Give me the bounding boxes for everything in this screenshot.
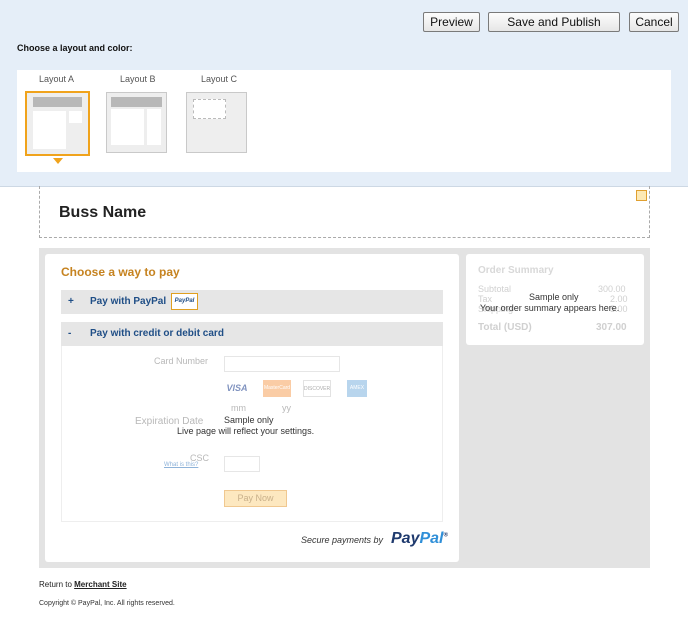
layout-a-thumbnail[interactable] (25, 91, 90, 156)
subtotal-label: Subtotal (478, 284, 512, 294)
discover-logo: DISCOVER (303, 380, 331, 397)
paypal-logo-reg: ® (443, 532, 448, 539)
thumb-header (111, 97, 162, 107)
pay-with-card-row[interactable]: - Pay with credit or debit card (61, 322, 443, 346)
thumb-main (111, 109, 144, 145)
thumb-side (147, 109, 161, 145)
cancel-button[interactable]: Cancel (629, 12, 679, 32)
total-value: 307.00 (596, 322, 627, 333)
subtotal-value: 300.00 (598, 284, 626, 294)
layout-c-thumbnail[interactable] (186, 92, 247, 153)
csc-help-link[interactable]: What is this? (164, 462, 198, 468)
pay-with-paypal-row[interactable]: + Pay with PayPal PayPal (61, 290, 443, 314)
secure-payments-text: Secure payments by (301, 535, 384, 545)
paypal-option-label: Pay with PayPal (90, 296, 167, 307)
merchant-site-link[interactable]: Merchant Site (74, 580, 126, 589)
selected-layout-indicator (53, 158, 63, 164)
pay-now-button[interactable]: Pay Now (224, 490, 287, 507)
thumb-header (33, 97, 82, 107)
layout-options-panel: Layout A Layout B Layout C (17, 70, 671, 172)
layout-c-label: Layout C (201, 74, 238, 84)
edit-pencil-icon[interactable] (636, 190, 647, 201)
layout-b-thumbnail[interactable] (106, 92, 167, 153)
order-summary-title: Order Summary (478, 265, 554, 276)
choose-way-to-pay-title: Choose a way to pay (61, 265, 180, 279)
card-number-input[interactable] (224, 356, 340, 372)
business-name: Buss Name (59, 204, 147, 221)
layout-a-label: Layout A (39, 74, 75, 84)
thumb-main (193, 99, 226, 119)
return-prefix: Return to (39, 580, 72, 589)
layout-b-label: Layout B (120, 74, 156, 84)
card-option-label: Pay with credit or debit card (90, 328, 224, 339)
card-number-label: Card Number (154, 356, 209, 366)
total-label: Total (USD) (478, 322, 532, 333)
csc-input[interactable] (224, 456, 260, 472)
preview-button[interactable]: Preview (423, 12, 480, 32)
layout-chooser-label: Choose a layout and color: (17, 43, 133, 53)
sample-note: Live page will reflect your settings. (177, 426, 315, 436)
save-publish-button[interactable]: Save and Publish (488, 12, 620, 32)
paypal-badge: PayPal (171, 293, 198, 310)
exp-year-placeholder: yy (282, 403, 291, 413)
collapse-minus-icon: - (68, 328, 72, 339)
paypal-logo-pal: Pal (419, 530, 444, 547)
return-to-merchant: Return to Merchant Site (39, 580, 127, 589)
mastercard-logo: MasterCard (263, 380, 291, 397)
summary-sample-note: Your order summary appears here. (480, 303, 620, 313)
amex-logo: AMEX (347, 380, 367, 397)
visa-logo: VISA (226, 383, 248, 393)
sample-only-label: Sample only (224, 415, 274, 425)
thumb-main (33, 111, 66, 149)
exp-month-placeholder: mm (231, 403, 246, 413)
copyright-text: Copyright © PayPal, Inc. All rights rese… (39, 600, 175, 607)
paypal-logo-pay: Pay (391, 530, 420, 547)
paypal-logo: PayPal® (391, 530, 448, 548)
summary-sample-only: Sample only (529, 292, 579, 302)
expand-plus-icon: + (68, 296, 74, 307)
thumb-side (69, 111, 82, 123)
